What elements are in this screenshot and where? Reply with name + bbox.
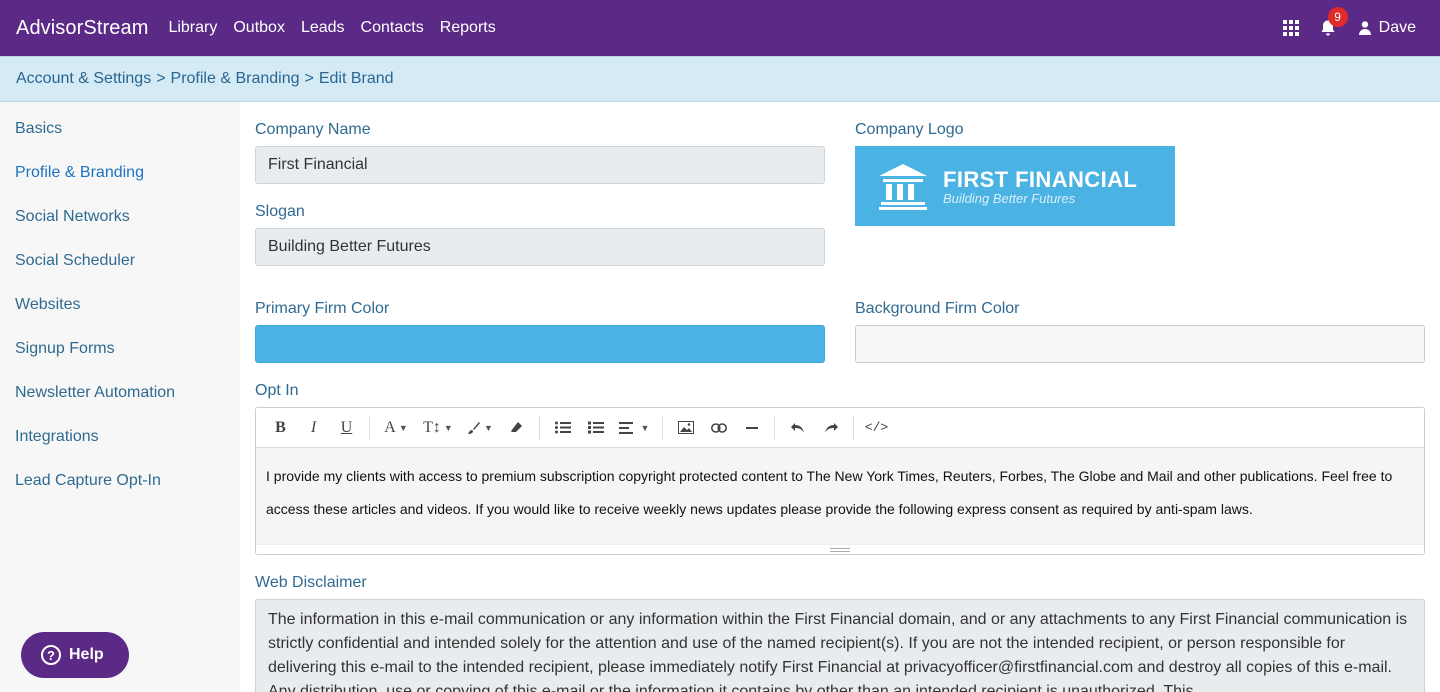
- unordered-list-icon[interactable]: [546, 414, 579, 442]
- user-icon: [1358, 21, 1371, 35]
- brand-logo[interactable]: AdvisorStream: [16, 17, 148, 40]
- breadcrumb: Account & Settings > Profile & Branding …: [0, 56, 1440, 102]
- underline-icon[interactable]: U: [330, 414, 363, 442]
- sidebar-item-websites[interactable]: Websites: [0, 294, 240, 338]
- background-color-label: Background Firm Color: [855, 300, 1020, 317]
- sidebar-item-profile-branding[interactable]: Profile & Branding: [0, 162, 240, 206]
- image-icon[interactable]: [669, 414, 702, 442]
- sidebar-item-signup-forms[interactable]: Signup Forms: [0, 338, 240, 382]
- sidebar-item-social-scheduler[interactable]: Social Scheduler: [0, 250, 240, 294]
- nav-reports[interactable]: Reports: [440, 19, 496, 37]
- breadcrumb-account-settings[interactable]: Account & Settings: [16, 70, 151, 88]
- opt-in-rich-text-editor: B I U A ▼ T↕ ▼ ▼ ▼ </> I provide my clie…: [255, 407, 1425, 555]
- paint-brush-icon[interactable]: ▼: [460, 414, 500, 442]
- nav-contacts[interactable]: Contacts: [361, 19, 424, 37]
- company-name-input[interactable]: First Financial: [255, 146, 825, 184]
- horizontal-rule-icon[interactable]: [735, 414, 768, 442]
- nav-outbox[interactable]: Outbox: [233, 19, 285, 37]
- breadcrumb-separator: >: [156, 70, 166, 87]
- toolbar-divider: [853, 415, 854, 440]
- undo-icon[interactable]: [781, 414, 814, 442]
- link-icon[interactable]: [702, 414, 735, 442]
- redo-icon[interactable]: [814, 414, 847, 442]
- help-label: Help: [69, 646, 104, 663]
- settings-sidebar: Basics Profile & Branding Social Network…: [0, 102, 240, 692]
- main-nav: Library Outbox Leads Contacts Reports: [168, 19, 511, 37]
- background-color-picker[interactable]: [855, 325, 1425, 363]
- toolbar-divider: [539, 415, 540, 440]
- sidebar-item-integrations[interactable]: Integrations: [0, 426, 240, 470]
- code-view-icon[interactable]: </>: [860, 414, 893, 442]
- primary-color-label: Primary Firm Color: [255, 300, 390, 317]
- company-logo-image[interactable]: FIRST FINANCIAL Building Better Futures: [855, 146, 1175, 226]
- slogan-label: Slogan: [255, 203, 305, 220]
- ordered-list-icon[interactable]: [579, 414, 612, 442]
- user-menu[interactable]: Dave: [1358, 19, 1416, 37]
- sidebar-item-basics[interactable]: Basics: [0, 118, 240, 162]
- web-disclaimer-textarea[interactable]: The information in this e-mail communica…: [255, 599, 1425, 692]
- font-size-icon[interactable]: T↕ ▼: [416, 414, 460, 442]
- logo-company-name: FIRST FINANCIAL: [943, 166, 1138, 192]
- bold-icon[interactable]: B: [264, 414, 297, 442]
- sidebar-item-newsletter-automation[interactable]: Newsletter Automation: [0, 382, 240, 426]
- font-color-icon[interactable]: A ▼: [376, 414, 416, 442]
- nav-leads[interactable]: Leads: [301, 19, 345, 37]
- question-mark-icon: ?: [41, 645, 61, 665]
- sidebar-item-lead-capture-opt-in[interactable]: Lead Capture Opt-In: [0, 470, 240, 514]
- notification-count-badge: 9: [1327, 7, 1348, 27]
- notifications-button[interactable]: 9: [1319, 7, 1348, 37]
- opt-in-label: Opt In: [255, 382, 299, 399]
- breadcrumb-edit-brand: Edit Brand: [318, 70, 394, 87]
- align-icon[interactable]: ▼: [612, 414, 656, 442]
- breadcrumb-profile-branding[interactable]: Profile & Branding: [171, 70, 300, 88]
- top-navbar: AdvisorStream Library Outbox Leads Conta…: [0, 0, 1440, 56]
- company-logo-label: Company Logo: [855, 121, 964, 138]
- user-name: Dave: [1378, 19, 1416, 36]
- toolbar-divider: [774, 415, 775, 440]
- bank-building-icon: [879, 164, 927, 210]
- opt-in-editor-content[interactable]: I provide my clients with access to prem…: [256, 442, 1424, 538]
- editor-resize-handle[interactable]: [256, 544, 1424, 554]
- breadcrumb-separator: >: [304, 70, 314, 87]
- nav-library[interactable]: Library: [168, 19, 217, 37]
- italic-icon[interactable]: I: [297, 414, 330, 442]
- apps-grid-icon[interactable]: [1282, 20, 1299, 36]
- web-disclaimer-label: Web Disclaimer: [255, 574, 367, 591]
- company-name-label: Company Name: [255, 121, 371, 138]
- logo-tagline: Building Better Futures: [943, 190, 1076, 206]
- nav-right: 9 Dave: [1282, 7, 1416, 37]
- sidebar-item-social-networks[interactable]: Social Networks: [0, 206, 240, 250]
- toolbar-divider: [369, 415, 370, 440]
- help-button[interactable]: ? Help: [21, 632, 129, 678]
- primary-color-picker[interactable]: [255, 325, 825, 363]
- slogan-input[interactable]: Building Better Futures: [255, 228, 825, 266]
- toolbar-divider: [662, 415, 663, 440]
- eraser-icon[interactable]: [500, 414, 533, 442]
